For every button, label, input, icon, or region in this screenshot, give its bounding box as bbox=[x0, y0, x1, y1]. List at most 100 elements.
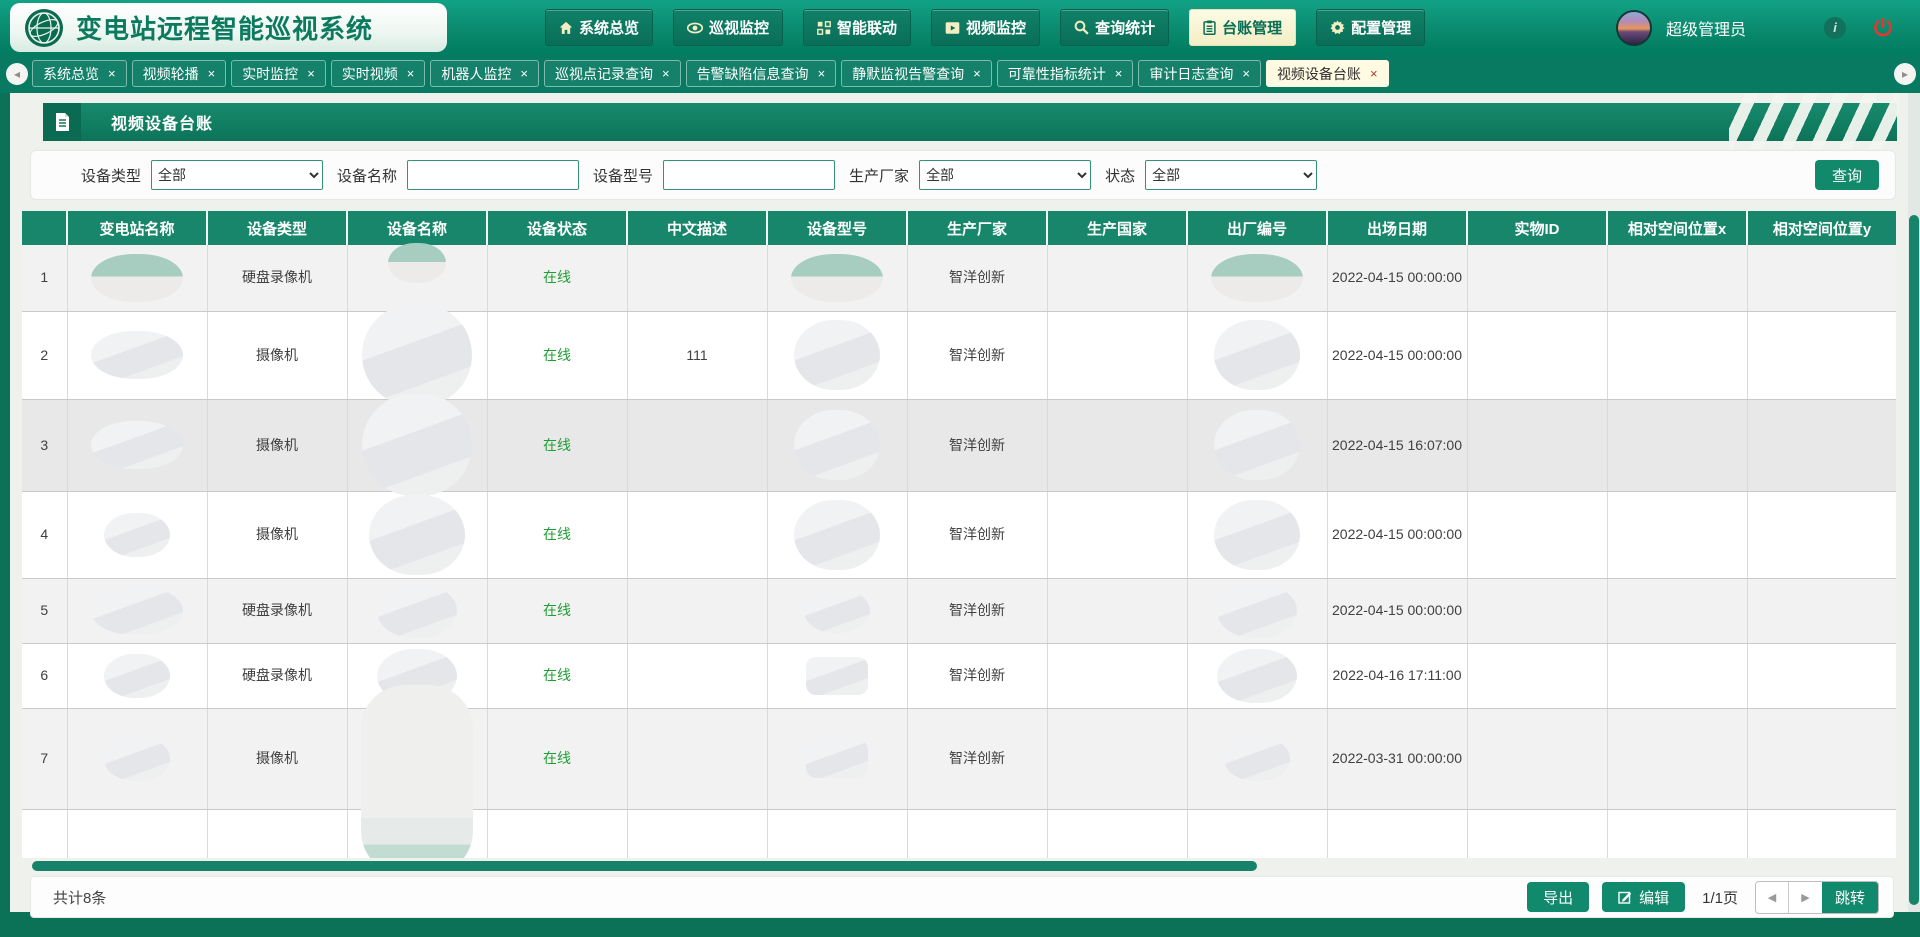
redacted-blob bbox=[806, 657, 868, 695]
close-tab-icon[interactable]: × bbox=[1242, 66, 1250, 81]
close-tab-icon[interactable]: × bbox=[1115, 66, 1123, 81]
cell-serial bbox=[1187, 399, 1327, 491]
filter-device-model-input[interactable] bbox=[663, 160, 835, 190]
close-tab-icon[interactable]: × bbox=[208, 66, 216, 81]
close-tab-icon[interactable]: × bbox=[818, 66, 826, 81]
tab-scroll-right-icon[interactable]: ▸ bbox=[1894, 63, 1916, 85]
col-no bbox=[22, 211, 67, 245]
user-avatar[interactable] bbox=[1616, 10, 1652, 46]
nav-query-stats[interactable]: 查询统计 bbox=[1060, 9, 1169, 46]
tab-robot-monitor[interactable]: 机器人监控× bbox=[430, 60, 539, 87]
tab-reliability-stats[interactable]: 可靠性指标统计× bbox=[997, 60, 1134, 87]
tab-scroll-left-icon[interactable]: ◂ bbox=[6, 63, 28, 85]
next-page-icon[interactable]: ▶ bbox=[1789, 882, 1822, 913]
cell-country bbox=[1047, 643, 1187, 708]
redacted-blob bbox=[1224, 737, 1290, 781]
table-row[interactable]: 5硬盘录像机在线智洋创新2022-04-15 00:00:00 bbox=[22, 578, 1896, 643]
filter-group-status: 状态全部 bbox=[1105, 160, 1317, 190]
table-row[interactable] bbox=[22, 809, 1896, 858]
info-icon[interactable]: i bbox=[1824, 17, 1846, 39]
cell-serial bbox=[1187, 245, 1327, 311]
cell-posy bbox=[1747, 643, 1896, 708]
tab-system-overview[interactable]: 系统总览 × bbox=[32, 60, 127, 87]
cell-desc bbox=[627, 708, 767, 809]
tab-realtime-monitor[interactable]: 实时监控× bbox=[231, 60, 326, 87]
edit-button[interactable]: 编辑 bbox=[1602, 882, 1685, 912]
tab-realtime-video[interactable]: 实时视频× bbox=[331, 60, 426, 87]
cell-posy bbox=[1747, 578, 1896, 643]
filter-device-name-input[interactable] bbox=[407, 160, 579, 190]
close-tab-icon[interactable]: × bbox=[520, 66, 528, 81]
close-tab-icon[interactable]: × bbox=[973, 66, 981, 81]
nav-label: 系统总览 bbox=[579, 17, 639, 38]
redacted-blob bbox=[791, 254, 883, 302]
tab-video-device-ledger[interactable]: 视频设备台账× bbox=[1266, 60, 1389, 87]
close-tab-icon[interactable]: × bbox=[662, 66, 670, 81]
table-body: 1硬盘录像机在线智洋创新2022-04-15 00:00:002摄像机在线111… bbox=[22, 245, 1896, 858]
video-icon bbox=[945, 21, 960, 35]
cell-maker: 智洋创新 bbox=[907, 311, 1047, 399]
filter-manufacturer-select[interactable]: 全部 bbox=[919, 160, 1091, 190]
nav-system-overview[interactable]: 系统总览 bbox=[545, 9, 653, 46]
cell-station bbox=[67, 643, 207, 708]
tab-alarm-defect-query[interactable]: 告警缺陷信息查询× bbox=[686, 60, 837, 87]
table-row[interactable]: 7摄像机在线智洋创新2022-03-31 00:00:00 bbox=[22, 708, 1896, 809]
redacted-blob bbox=[369, 495, 465, 575]
nav-inspection-monitor[interactable]: 巡视监控 bbox=[673, 9, 783, 46]
vertical-scrollbar-thumb[interactable] bbox=[1909, 215, 1919, 905]
tab-video-carousel[interactable]: 视频轮播 × bbox=[132, 60, 227, 87]
redacted-blob bbox=[362, 394, 472, 496]
tab-audit-log-query[interactable]: 审计日志查询× bbox=[1138, 60, 1261, 87]
tab-label: 系统总览 bbox=[43, 64, 99, 84]
table-row[interactable]: 3摄像机在线智洋创新2022-04-15 16:07:00 bbox=[22, 399, 1896, 491]
col-model: 设备型号 bbox=[767, 211, 907, 245]
cell-name bbox=[347, 578, 487, 643]
table-row[interactable]: 2摄像机在线111智洋创新2022-04-15 00:00:00 bbox=[22, 311, 1896, 399]
cell-date: 2022-04-15 00:00:00 bbox=[1327, 491, 1467, 578]
cell-no: 5 bbox=[22, 578, 67, 643]
cell-country bbox=[1047, 578, 1187, 643]
cell-maker: 智洋创新 bbox=[907, 399, 1047, 491]
nav-smart-linkage[interactable]: 智能联动 bbox=[803, 9, 911, 46]
table-row[interactable]: 4摄像机在线智洋创新2022-04-15 00:00:00 bbox=[22, 491, 1896, 578]
cell-status: 在线 bbox=[487, 245, 627, 311]
tab-inspection-point-records[interactable]: 巡视点记录查询 × bbox=[544, 60, 681, 87]
nav-config-mgmt[interactable]: 配置管理 bbox=[1316, 9, 1425, 46]
export-button[interactable]: 导出 bbox=[1527, 882, 1589, 912]
close-tab-icon[interactable]: × bbox=[108, 66, 116, 81]
redacted-blob bbox=[91, 254, 183, 302]
tab-label: 巡视点记录查询 bbox=[555, 64, 653, 84]
logout-power-icon[interactable] bbox=[1872, 17, 1894, 39]
cell-model bbox=[767, 809, 907, 858]
redacted-blob bbox=[362, 304, 472, 406]
cell-no bbox=[22, 809, 67, 858]
prev-page-icon[interactable]: ◀ bbox=[1756, 882, 1789, 913]
close-tab-icon[interactable]: × bbox=[407, 66, 415, 81]
jump-button[interactable]: 跳转 bbox=[1822, 882, 1878, 913]
horizontal-scrollbar-thumb[interactable] bbox=[32, 861, 1257, 871]
cell-type: 硬盘录像机 bbox=[207, 578, 347, 643]
cell-desc bbox=[627, 578, 767, 643]
footer-actions: 导出 编辑 1/1页 ◀ ▶ 跳转 bbox=[1527, 881, 1879, 914]
main-nav: 系统总览 巡视监控智能联动 视频监控 查询统计台账管理配置管理 bbox=[545, 9, 1425, 46]
nav-ledger-mgmt[interactable]: 台账管理 bbox=[1189, 9, 1296, 46]
tab-label: 视频轮播 bbox=[143, 64, 199, 84]
filter-device-type-select[interactable]: 全部 bbox=[151, 160, 323, 190]
close-tab-icon[interactable]: × bbox=[1370, 66, 1378, 81]
table-row[interactable]: 6硬盘录像机在线智洋创新2022-04-16 17:11:00 bbox=[22, 643, 1896, 708]
search-button[interactable]: 查询 bbox=[1815, 160, 1879, 190]
tab-silent-monitor-alarm[interactable]: 静默监视告警查询× bbox=[841, 60, 992, 87]
cell-maker: 智洋创新 bbox=[907, 643, 1047, 708]
filter-label-manufacturer: 生产厂家 bbox=[849, 165, 909, 186]
col-desc: 中文描述 bbox=[627, 211, 767, 245]
cell-posx bbox=[1607, 245, 1747, 311]
cell-date: 2022-04-15 00:00:00 bbox=[1327, 245, 1467, 311]
cell-serial bbox=[1187, 491, 1327, 578]
close-tab-icon[interactable]: × bbox=[307, 66, 315, 81]
cell-model bbox=[767, 708, 907, 809]
table-row[interactable]: 1硬盘录像机在线智洋创新2022-04-15 00:00:00 bbox=[22, 245, 1896, 311]
cell-station bbox=[67, 708, 207, 809]
nav-label: 视频监控 bbox=[966, 17, 1026, 38]
nav-video-monitor[interactable]: 视频监控 bbox=[931, 9, 1040, 46]
filter-status-select[interactable]: 全部 bbox=[1145, 160, 1317, 190]
